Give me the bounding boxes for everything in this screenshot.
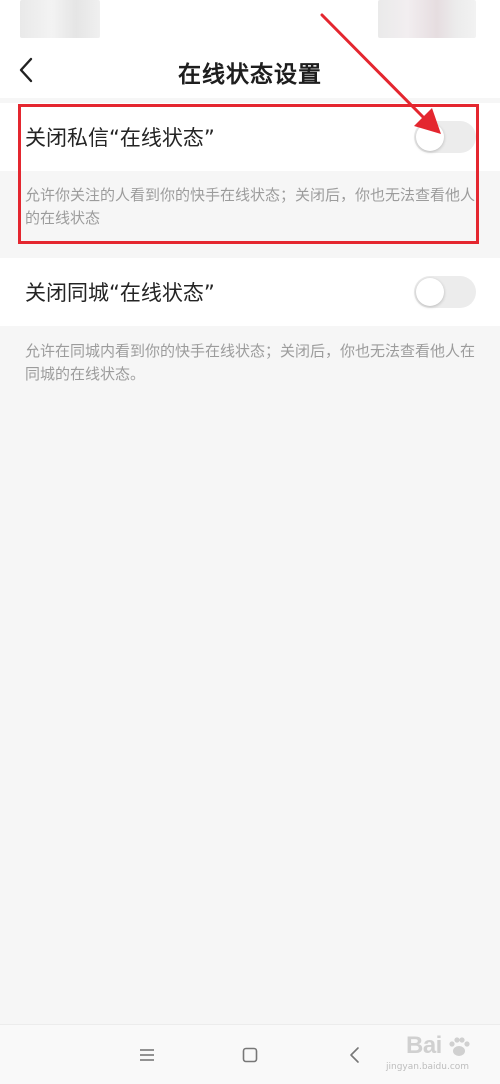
watermark-url: jingyan.baidu.com <box>386 1062 470 1072</box>
menu-icon <box>140 1049 154 1061</box>
watermark-brand: Bai <box>406 1032 442 1059</box>
setting-label: 关闭私信“在线状态” <box>25 126 215 150</box>
setting-label: 关闭同城“在线状态” <box>25 281 215 305</box>
status-bar-right-blur <box>378 0 476 38</box>
paw-logo-icon <box>449 1037 470 1056</box>
private-message-online-status-toggle[interactable] <box>414 121 476 153</box>
back-chevron-icon <box>350 1047 359 1063</box>
home-button[interactable] <box>236 1041 264 1069</box>
same-city-online-status-toggle[interactable] <box>414 276 476 308</box>
setting-description: 允许在同城内看到你的快手在线状态；关闭后，你也无法查看他人在同城的在线状态。 <box>25 342 476 383</box>
status-bar-left-blur <box>20 0 100 38</box>
status-bar <box>0 0 500 42</box>
setting-row-private-message-online-status: 关闭私信“在线状态” <box>0 103 500 171</box>
toggle-knob <box>416 278 444 306</box>
setting-row-same-city-online-status: 关闭同城“在线状态” <box>0 258 500 326</box>
header: 在线状态设置 <box>0 42 500 98</box>
page-title: 在线状态设置 <box>178 62 322 88</box>
back-nav-button[interactable] <box>341 1041 369 1069</box>
toggle-knob <box>416 123 444 151</box>
menu-button[interactable] <box>133 1041 161 1069</box>
setting-description: 允许你关注的人看到你的快手在线状态；关闭后，你也无法查看他人的在线状态 <box>25 186 476 227</box>
home-square-icon <box>242 1047 258 1063</box>
watermark: Bai jingyan.baidu.com <box>380 1028 490 1076</box>
